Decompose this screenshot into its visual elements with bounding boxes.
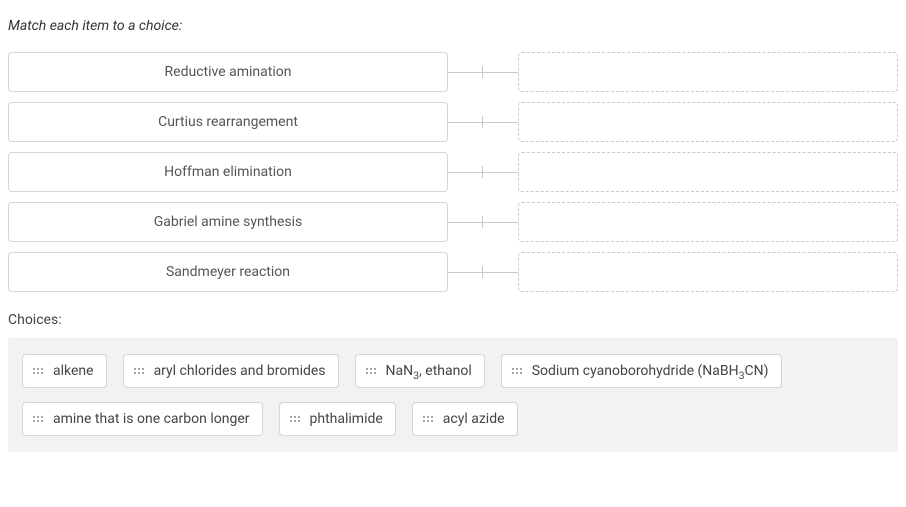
item-label: Hoffman elimination xyxy=(164,164,292,180)
choice-label: NaN3, ethanol xyxy=(386,363,472,379)
connector-line xyxy=(448,252,518,292)
item-box-curtius-rearrangement: Curtius rearrangement xyxy=(8,102,448,142)
choices-panel: alkene aryl chlorides and bromides NaN3,… xyxy=(8,338,898,452)
item-label: Sandmeyer reaction xyxy=(166,264,290,280)
choice-label: amine that is one carbon longer xyxy=(53,411,250,427)
match-row: Curtius rearrangement xyxy=(8,102,898,142)
item-box-gabriel-amine-synthesis: Gabriel amine synthesis xyxy=(8,202,448,242)
choice-label: phthalimide xyxy=(310,411,383,427)
choice-chip-acyl-azide[interactable]: acyl azide xyxy=(412,402,518,436)
drag-handle-icon xyxy=(512,368,522,374)
connector-line xyxy=(448,52,518,92)
choice-chip-sodium-cyanoborohydride[interactable]: Sodium cyanoborohydride (NaBH3CN) xyxy=(501,354,782,388)
item-label: Curtius rearrangement xyxy=(158,114,298,130)
drop-zone[interactable] xyxy=(518,252,898,292)
match-row: Sandmeyer reaction xyxy=(8,252,898,292)
drag-handle-icon xyxy=(134,368,144,374)
drag-handle-icon xyxy=(423,416,433,422)
choices-label: Choices: xyxy=(8,312,898,328)
choice-chip-phthalimide[interactable]: phthalimide xyxy=(279,402,396,436)
item-box-hoffman-elimination: Hoffman elimination xyxy=(8,152,448,192)
drop-zone[interactable] xyxy=(518,52,898,92)
drop-zone[interactable] xyxy=(518,202,898,242)
item-box-reductive-amination: Reductive amination xyxy=(8,52,448,92)
choice-chip-nan3-ethanol[interactable]: NaN3, ethanol xyxy=(355,354,485,388)
choice-label: acyl azide xyxy=(443,411,505,427)
choice-label: alkene xyxy=(53,363,94,379)
instruction-text: Match each item to a choice: xyxy=(8,18,898,34)
choice-label: Sodium cyanoborohydride (NaBH3CN) xyxy=(532,363,769,379)
choice-chip-alkene[interactable]: alkene xyxy=(22,354,107,388)
match-row: Reductive amination xyxy=(8,52,898,92)
drag-handle-icon xyxy=(366,368,376,374)
match-rows: Reductive amination Curtius rearrangemen… xyxy=(8,52,898,292)
item-box-sandmeyer-reaction: Sandmeyer reaction xyxy=(8,252,448,292)
match-row: Hoffman elimination xyxy=(8,152,898,192)
drag-handle-icon xyxy=(33,368,43,374)
connector-line xyxy=(448,202,518,242)
choice-label: aryl chlorides and bromides xyxy=(154,363,326,379)
item-label: Reductive amination xyxy=(165,64,292,80)
drag-handle-icon xyxy=(290,416,300,422)
drop-zone[interactable] xyxy=(518,152,898,192)
connector-line xyxy=(448,102,518,142)
choice-chip-aryl-chlorides-bromides[interactable]: aryl chlorides and bromides xyxy=(123,354,339,388)
match-row: Gabriel amine synthesis xyxy=(8,202,898,242)
connector-line xyxy=(448,152,518,192)
drag-handle-icon xyxy=(33,416,43,422)
drop-zone[interactable] xyxy=(518,102,898,142)
choices-inner: alkene aryl chlorides and bromides NaN3,… xyxy=(22,354,884,436)
item-label: Gabriel amine synthesis xyxy=(154,214,303,230)
choice-chip-amine-one-carbon-longer[interactable]: amine that is one carbon longer xyxy=(22,402,263,436)
